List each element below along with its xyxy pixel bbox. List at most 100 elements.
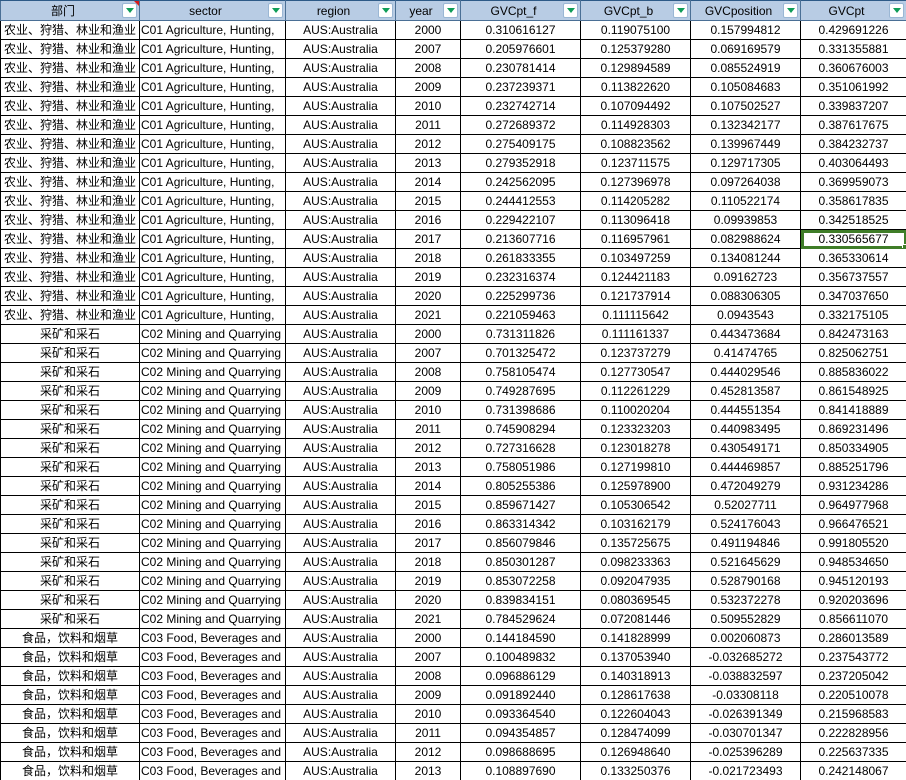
cell-GVCpt[interactable]: 0.850334905 [801,439,906,458]
cell-region[interactable]: AUS:Australia [286,572,396,591]
cell-year[interactable]: 2009 [396,686,461,705]
cell-sector[interactable]: C02 Mining and Quarrying [140,420,286,439]
filter-dropdown-icon[interactable] [563,3,578,18]
cell-region[interactable]: AUS:Australia [286,667,396,686]
cell-region[interactable]: AUS:Australia [286,515,396,534]
column-header-GVCposition[interactable]: GVCposition [691,1,801,21]
cell-year[interactable]: 2010 [396,97,461,116]
cell-sector[interactable]: C02 Mining and Quarrying [140,439,286,458]
cell-region[interactable]: AUS:Australia [286,401,396,420]
cell-GVCpt[interactable]: 0.429691226 [801,21,906,40]
cell-GVCpt_f[interactable]: 0.229422107 [461,211,581,230]
cell-GVCpt[interactable]: 0.331355881 [801,40,906,59]
cell-GVCpt_f[interactable]: 0.100489832 [461,648,581,667]
cell-GVCpt[interactable]: 0.948534650 [801,553,906,572]
cell-GVCpt_b[interactable]: 0.080369545 [581,591,691,610]
cell-GVCpt_b[interactable]: 0.111161337 [581,325,691,344]
column-header-dept[interactable]: 部门 [1,1,140,21]
cell-GVCpt_b[interactable]: 0.105306542 [581,496,691,515]
cell-GVCpt_f[interactable]: 0.863314342 [461,515,581,534]
cell-GVCpt[interactable]: 0.351061992 [801,78,906,97]
cell-GVCpt_b[interactable]: 0.113096418 [581,211,691,230]
cell-dept[interactable]: 农业、狩猎、林业和渔业 [1,154,140,173]
cell-GVCpt[interactable]: 0.856611070 [801,610,906,629]
cell-dept[interactable]: 采矿和采石 [1,572,140,591]
cell-dept[interactable]: 食品，饮料和烟草 [1,629,140,648]
cell-GVCpt[interactable]: 0.964977968 [801,496,906,515]
cell-year[interactable]: 2009 [396,382,461,401]
cell-sector[interactable]: C02 Mining and Quarrying [140,401,286,420]
cell-GVCpt_b[interactable]: 0.098233363 [581,553,691,572]
cell-GVCpt_b[interactable]: 0.129894589 [581,59,691,78]
cell-GVCposition[interactable]: 0.472049279 [691,477,801,496]
cell-dept[interactable]: 采矿和采石 [1,439,140,458]
cell-GVCpt_f[interactable]: 0.096886129 [461,667,581,686]
cell-year[interactable]: 2020 [396,591,461,610]
cell-GVCpt_f[interactable]: 0.856079846 [461,534,581,553]
cell-year[interactable]: 2014 [396,173,461,192]
cell-GVCposition[interactable]: 0.452813587 [691,382,801,401]
cell-year[interactable]: 2012 [396,439,461,458]
cell-GVCpt_b[interactable]: 0.128617638 [581,686,691,705]
cell-GVCpt[interactable]: 0.225637335 [801,743,906,762]
cell-GVCpt[interactable]: 0.220510078 [801,686,906,705]
cell-year[interactable]: 2008 [396,667,461,686]
cell-GVCpt[interactable]: 0.332175105 [801,306,906,325]
cell-GVCpt_b[interactable]: 0.110020204 [581,401,691,420]
cell-dept[interactable]: 农业、狩猎、林业和渔业 [1,21,140,40]
cell-dept[interactable]: 食品，饮料和烟草 [1,705,140,724]
filter-dropdown-icon[interactable] [783,3,798,18]
cell-dept[interactable]: 采矿和采石 [1,420,140,439]
cell-sector[interactable]: C03 Food, Beverages and [140,724,286,743]
cell-year[interactable]: 2017 [396,534,461,553]
column-header-GVCpt_b[interactable]: GVCpt_b [581,1,691,21]
cell-GVCpt[interactable]: 0.358617835 [801,192,906,211]
cell-GVCpt_f[interactable]: 0.221059463 [461,306,581,325]
cell-dept[interactable]: 采矿和采石 [1,344,140,363]
filter-dropdown-icon[interactable] [443,3,458,18]
cell-GVCposition[interactable]: 0.443473684 [691,325,801,344]
cell-year[interactable]: 2012 [396,135,461,154]
cell-region[interactable]: AUS:Australia [286,762,396,780]
cell-GVCpt_b[interactable]: 0.124421183 [581,268,691,287]
cell-sector[interactable]: C01 Agriculture, Hunting, [140,268,286,287]
cell-GVCpt_b[interactable]: 0.113822620 [581,78,691,97]
cell-sector[interactable]: C02 Mining and Quarrying [140,534,286,553]
cell-GVCpt_f[interactable]: 0.144184590 [461,629,581,648]
cell-dept[interactable]: 农业、狩猎、林业和渔业 [1,116,140,135]
cell-GVCpt_f[interactable]: 0.758105474 [461,363,581,382]
cell-sector[interactable]: C02 Mining and Quarrying [140,344,286,363]
cell-year[interactable]: 2011 [396,724,461,743]
cell-GVCposition[interactable]: 0.440983495 [691,420,801,439]
cell-GVCpt_f[interactable]: 0.205976601 [461,40,581,59]
cell-dept[interactable]: 采矿和采石 [1,458,140,477]
filter-dropdown-icon[interactable] [889,3,904,18]
cell-dept[interactable]: 采矿和采石 [1,591,140,610]
cell-GVCposition[interactable]: 0.444551354 [691,401,801,420]
cell-region[interactable]: AUS:Australia [286,648,396,667]
cell-dept[interactable]: 采矿和采石 [1,401,140,420]
cell-dept[interactable]: 采矿和采石 [1,477,140,496]
cell-sector[interactable]: C01 Agriculture, Hunting, [140,59,286,78]
cell-sector[interactable]: C02 Mining and Quarrying [140,382,286,401]
table-row[interactable]: 食品，饮料和烟草C03 Food, Beverages andAUS:Austr… [1,762,906,780]
table-row[interactable]: 食品，饮料和烟草C03 Food, Beverages andAUS:Austr… [1,724,906,743]
cell-region[interactable]: AUS:Australia [286,629,396,648]
table-row[interactable]: 农业、狩猎、林业和渔业C01 Agriculture, Hunting,AUS:… [1,154,906,173]
table-row[interactable]: 采矿和采石C02 Mining and QuarryingAUS:Austral… [1,382,906,401]
cell-GVCposition[interactable]: 0.082988624 [691,230,801,249]
cell-sector[interactable]: C02 Mining and Quarrying [140,572,286,591]
cell-sector[interactable]: C03 Food, Beverages and [140,705,286,724]
cell-GVCpt_f[interactable]: 0.279352918 [461,154,581,173]
cell-GVCpt[interactable]: 0.920203696 [801,591,906,610]
cell-GVCposition[interactable]: -0.025396289 [691,743,801,762]
cell-sector[interactable]: C01 Agriculture, Hunting, [140,287,286,306]
cell-GVCposition[interactable]: 0.110522174 [691,192,801,211]
cell-GVCpt[interactable]: 0.215968583 [801,705,906,724]
cell-sector[interactable]: C01 Agriculture, Hunting, [140,230,286,249]
cell-GVCpt_b[interactable]: 0.112261229 [581,382,691,401]
cell-GVCpt_f[interactable]: 0.727316628 [461,439,581,458]
table-row[interactable]: 农业、狩猎、林业和渔业C01 Agriculture, Hunting,AUS:… [1,268,906,287]
cell-region[interactable]: AUS:Australia [286,154,396,173]
cell-GVCposition[interactable]: -0.021723493 [691,762,801,780]
